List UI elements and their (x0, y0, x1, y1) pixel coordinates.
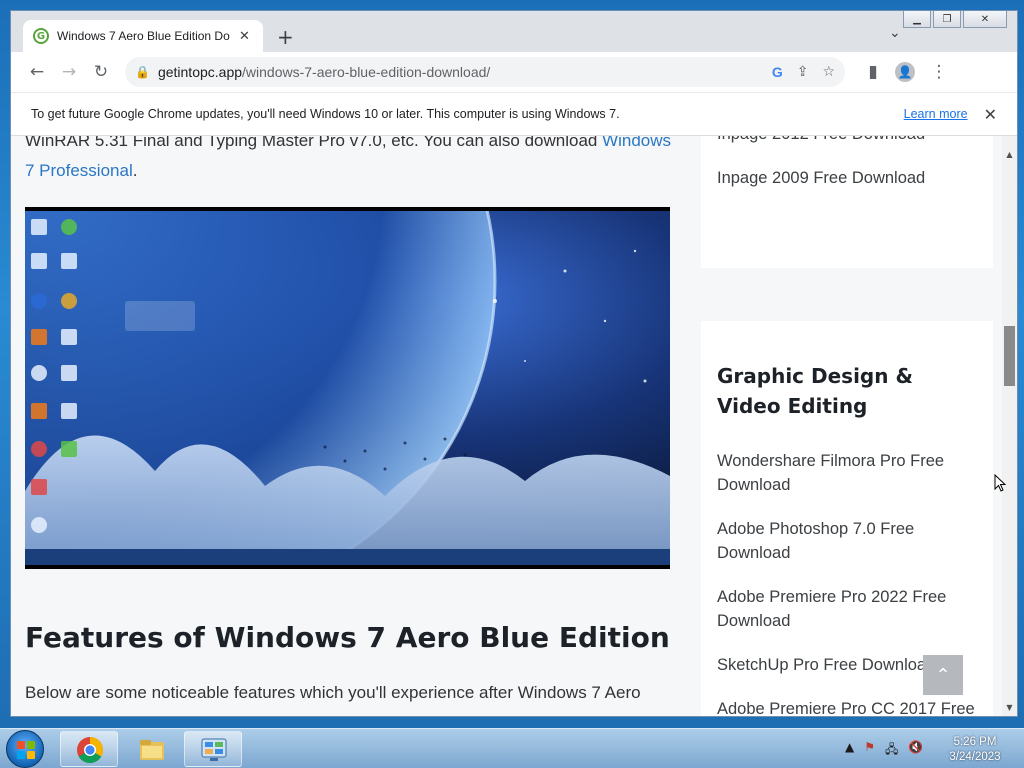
infobar-close-icon[interactable]: ✕ (984, 105, 997, 124)
start-button[interactable] (6, 730, 44, 768)
address-bar[interactable]: 🔒 getintopc.app/windows-7-aero-blue-edit… (125, 57, 845, 87)
sidebar-link-photoshop[interactable]: Adobe Photoshop 7.0 Free Download (717, 517, 982, 565)
url-domain: getintopc.app (157, 64, 243, 80)
taskbar-clock[interactable]: 5:26 PM 3/24/2023 (940, 735, 1010, 765)
volume-muted-icon[interactable]: 🔇 (908, 740, 923, 761)
network-icon[interactable]: 🖧 (885, 740, 898, 761)
lock-icon: 🔒 (135, 65, 150, 79)
browser-tab[interactable]: G Windows 7 Aero Blue Edition Do ✕ (23, 20, 263, 52)
taskbar-control-panel-button[interactable] (184, 731, 242, 767)
sidebar: Inpage 2012 Free Download Inpage 2009 Fr… (701, 136, 993, 716)
clock-time: 5:26 PM (953, 736, 997, 748)
scrollbar-thumb[interactable] (1004, 326, 1015, 386)
chrome-menu-icon[interactable]: ⋮ (923, 62, 955, 82)
share-icon[interactable]: ⇪ (797, 64, 809, 80)
control-panel-icon (201, 738, 227, 761)
taskbar-explorer-button[interactable] (122, 731, 180, 767)
forward-arrow-icon[interactable]: → (53, 62, 85, 82)
sidebar-link-inpage-2009[interactable]: Inpage 2009 Free Download (717, 166, 982, 190)
window-controls: ▁ ❐ ✕ (903, 11, 1007, 28)
url-text[interactable]: getintopc.app/windows-7-aero-blue-editio… (158, 64, 490, 80)
new-tab-icon[interactable]: + (277, 25, 294, 49)
reload-icon[interactable]: ↻ (85, 62, 117, 82)
bookmark-star-icon[interactable]: ☆ (822, 64, 835, 80)
sidebar-link-premiere-cc-2017[interactable]: Adobe Premiere Pro CC 2017 Free (717, 697, 982, 716)
minimize-icon[interactable]: ▁ (903, 11, 931, 28)
clock-date: 3/24/2023 (949, 751, 1001, 763)
profile-avatar-icon[interactable]: 👤 (895, 62, 915, 82)
side-panel-icon[interactable]: ▮ (857, 62, 889, 82)
intro-paragraph: WinRAR 5.31 Final and Typing Master Pro … (25, 136, 675, 186)
omnibox-actions: G ⇪ ☆ (772, 64, 835, 80)
sidebar-link-premiere-2022[interactable]: Adobe Premiere Pro 2022 Free Download (717, 585, 982, 633)
sidebar-link-filmora[interactable]: Wondershare Filmora Pro Free Download (717, 449, 982, 497)
site-favicon-icon: G (33, 28, 49, 44)
link-part-2: 7 Professional (25, 161, 133, 180)
taskbar-chrome-button[interactable] (60, 731, 118, 767)
mouse-cursor-icon (994, 474, 1006, 492)
folder-icon (140, 740, 164, 760)
google-lens-icon[interactable]: G (772, 64, 783, 80)
intro-end: . (132, 161, 138, 180)
scroll-to-top-button[interactable]: ⌃ (923, 655, 963, 695)
sidebar-section-title: Graphic Design & Video Editing (717, 364, 913, 418)
close-window-icon[interactable]: ✕ (963, 11, 1007, 28)
sidebar-card-inpage: Inpage 2012 Free Download Inpage 2009 Fr… (701, 136, 993, 268)
url-path: /windows-7-aero-blue-edition-download/ (242, 64, 491, 80)
back-arrow-icon[interactable]: ← (21, 62, 53, 82)
tab-title: Windows 7 Aero Blue Edition Do (57, 29, 230, 43)
sidebar-link-inpage-2012[interactable]: Inpage 2012 Free Download (717, 136, 982, 146)
browser-toolbar: ← → ↻ 🔒 getintopc.app/windows-7-aero-blu… (11, 52, 1017, 92)
scroll-down-arrow-icon[interactable]: ▼ (1002, 703, 1017, 712)
show-hidden-icons-icon[interactable]: ▲ (845, 740, 854, 761)
tab-search-chevron-icon[interactable]: ⌄ (889, 25, 901, 41)
system-tray: ▲ ⚑ 🖧 🔇 (845, 740, 923, 761)
chrome-icon (77, 737, 104, 764)
page-viewport: WinRAR 5.31 Final and Typing Master Pro … (11, 136, 1017, 716)
browser-window: G Windows 7 Aero Blue Edition Do ✕ + ⌄ ▁… (10, 10, 1018, 717)
features-heading: Features of Windows 7 Aero Blue Edition (25, 621, 670, 654)
article-screenshot-image (25, 207, 670, 569)
windows-taskbar: ▲ ⚑ 🖧 🔇 5:26 PM 3/24/2023 (0, 728, 1024, 768)
learn-more-link[interactable]: Learn more (904, 107, 968, 121)
infobar-message: To get future Google Chrome updates, you… (31, 107, 620, 121)
page-scrollbar[interactable]: ▲ ▼ (1002, 136, 1017, 716)
tab-close-icon[interactable]: ✕ (239, 29, 250, 44)
action-center-flag-icon[interactable]: ⚑ (864, 740, 875, 761)
tab-strip: G Windows 7 Aero Blue Edition Do ✕ + ⌄ ▁… (11, 11, 1017, 52)
scroll-up-arrow-icon[interactable]: ▲ (1002, 150, 1017, 159)
intro-text: WinRAR 5.31 Final and Typing Master Pro … (25, 136, 603, 150)
desktop-wallpaper-illustration (25, 211, 670, 565)
link-part-1: Windows (602, 136, 672, 150)
features-paragraph: Below are some noticeable features which… (25, 683, 641, 702)
update-infobar: To get future Google Chrome updates, you… (11, 92, 1017, 136)
maximize-icon[interactable]: ❐ (933, 11, 961, 28)
windows-logo-icon (17, 741, 35, 759)
